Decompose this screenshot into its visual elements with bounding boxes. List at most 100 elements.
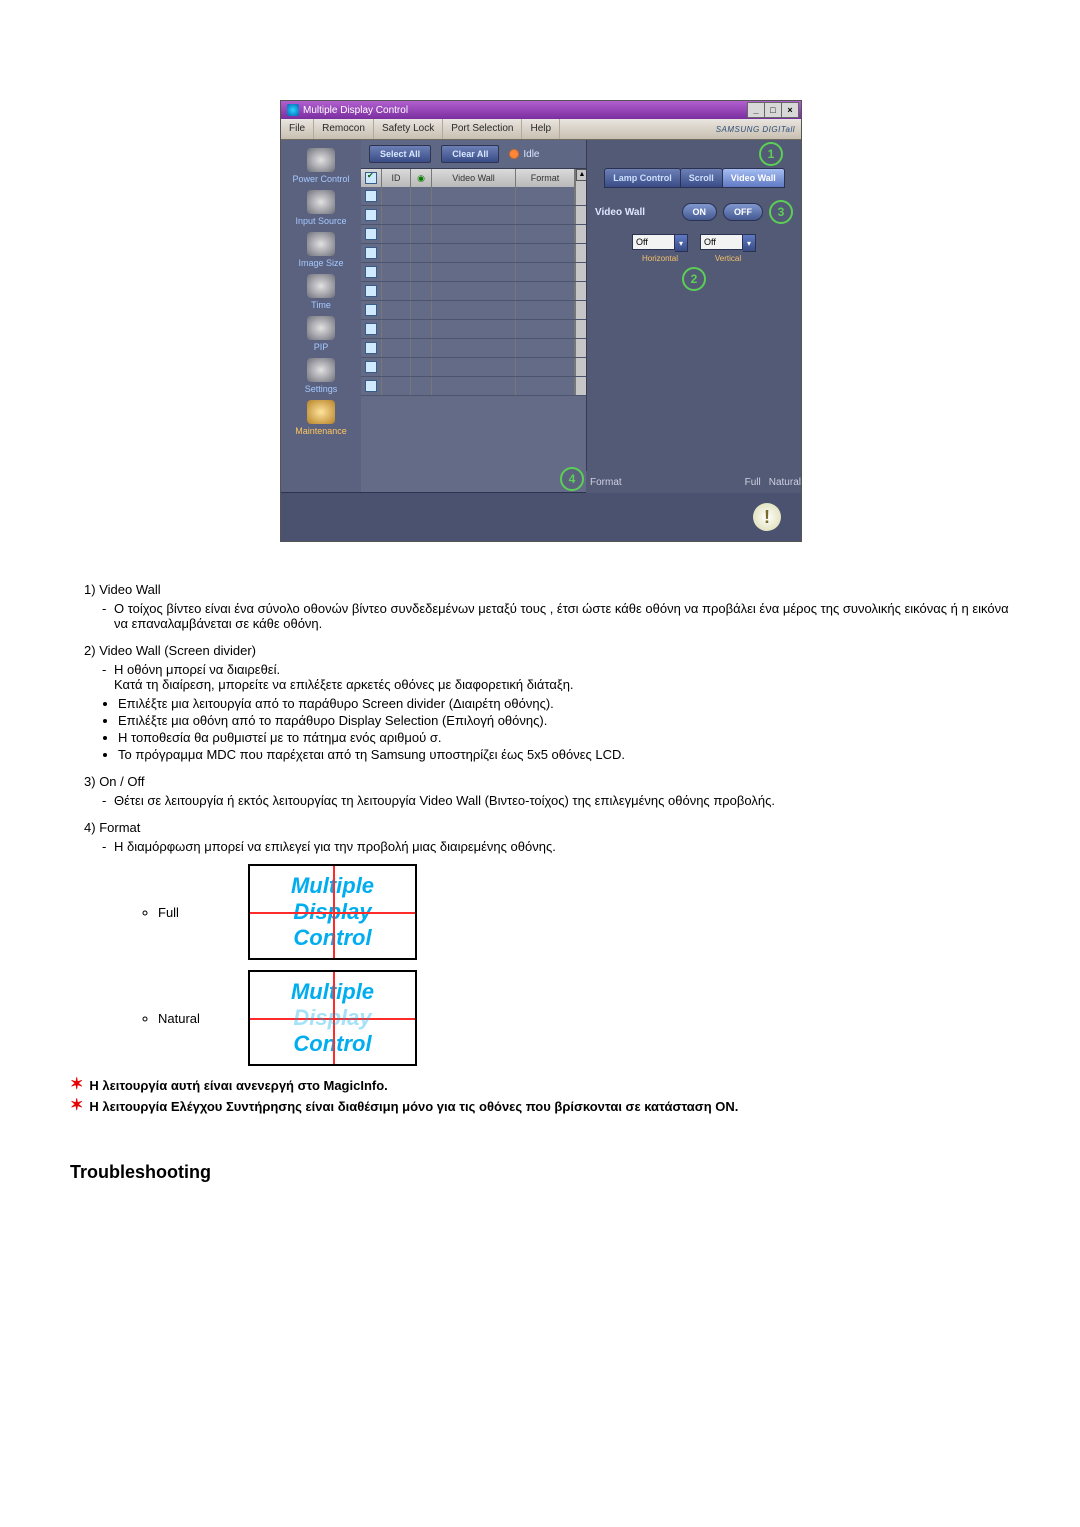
star-icon: ✶	[70, 1078, 83, 1093]
mdc-window: Multiple Display Control _ □ × File Remo…	[280, 100, 802, 542]
table-row[interactable]	[361, 282, 586, 301]
item-title: Video Wall (Screen divider)	[99, 643, 256, 658]
format-full-button[interactable]: Full	[745, 477, 761, 488]
row-checkbox[interactable]	[365, 209, 377, 221]
idle-label: Idle	[523, 149, 539, 160]
scroll-up-icon[interactable]: ▲	[576, 169, 586, 181]
close-icon[interactable]: ×	[781, 102, 799, 118]
table-row[interactable]	[361, 244, 586, 263]
list-item: 3) On / Off -Θέτει σε λειτουργία ή εκτός…	[84, 774, 1010, 808]
sidebar-item-power[interactable]: Power Control	[281, 146, 361, 188]
menu-help[interactable]: Help	[522, 119, 560, 139]
row-checkbox[interactable]	[365, 380, 377, 392]
item-desc: Θέτει σε λειτουργία ή εκτός λειτουργίας …	[114, 793, 1010, 808]
table-row[interactable]	[361, 301, 586, 320]
list-item: 2) Video Wall (Screen divider) -Η οθόνη …	[84, 643, 1010, 762]
bullet: Το πρόγραμμα MDC που παρέχεται από τη Sa…	[118, 747, 1010, 762]
sidebar-label: Input Source	[295, 216, 346, 226]
th-videowall[interactable]: Video Wall	[432, 169, 516, 187]
item-number: 3)	[84, 774, 96, 789]
item-number: 2)	[84, 643, 96, 658]
table-row[interactable]	[361, 225, 586, 244]
section-title: Troubleshooting	[70, 1162, 1010, 1183]
note-text: Η λειτουργία Ελέγχου Συντήρησης είναι δι…	[89, 1099, 738, 1114]
item-desc: Ο τοίχος βίντεο είναι ένα σύνολο οθονών …	[114, 601, 1010, 631]
tab-lamp-control[interactable]: Lamp Control	[604, 168, 681, 188]
row-checkbox[interactable]	[365, 266, 377, 278]
row-checkbox[interactable]	[365, 228, 377, 240]
maximize-icon[interactable]: □	[764, 102, 782, 118]
off-button[interactable]: OFF	[723, 203, 763, 221]
sidebar-item-settings[interactable]: Settings	[281, 356, 361, 398]
th-status-icon[interactable]: ◉	[411, 169, 432, 187]
alert-icon: !	[753, 503, 781, 531]
horizontal-value: Off	[632, 234, 675, 250]
row-checkbox[interactable]	[365, 323, 377, 335]
tab-scroll[interactable]: Scroll	[680, 168, 723, 188]
divider-dropdowns: Off ▾ Horizontal Off ▾ Vertical	[595, 234, 793, 263]
horizontal-label: Horizontal	[642, 254, 678, 263]
list-item: 4) Format -Η διαμόρφωση μπορεί να επιλεγ…	[84, 820, 1010, 1066]
th-format[interactable]: Format	[516, 169, 575, 187]
sidebar-item-maintenance[interactable]: Maintenance	[281, 398, 361, 440]
table-row[interactable]	[361, 377, 586, 396]
header-checkbox[interactable]	[365, 172, 377, 184]
item-number: 4)	[84, 820, 96, 835]
vertical-select[interactable]: Off ▾	[700, 234, 756, 252]
input-source-icon	[307, 190, 335, 214]
table-row[interactable]	[361, 206, 586, 225]
table-row[interactable]	[361, 263, 586, 282]
chevron-down-icon[interactable]: ▾	[675, 234, 688, 252]
row-checkbox[interactable]	[365, 285, 377, 297]
right-panel: 1 Lamp Control Scroll Video Wall Video W…	[586, 140, 801, 492]
on-button[interactable]: ON	[682, 203, 718, 221]
note-text: Η λειτουργία αυτή είναι ανενεργή στο Mag…	[89, 1078, 387, 1093]
image-size-icon	[307, 232, 335, 256]
table-row[interactable]	[361, 187, 586, 206]
chevron-down-icon[interactable]: ▾	[743, 234, 756, 252]
minimize-icon[interactable]: _	[747, 102, 765, 118]
sidebar-item-pip[interactable]: PIP	[281, 314, 361, 356]
item-desc: Η οθόνη μπορεί να διαιρεθεί.	[114, 662, 1010, 677]
callout-badge-2: 2	[682, 267, 706, 291]
format-natural-example: Natural Multiple Display Control	[118, 970, 1010, 1066]
row-checkbox[interactable]	[365, 361, 377, 373]
table-row[interactable]	[361, 358, 586, 377]
right-tabs: Lamp Control Scroll Video Wall	[595, 168, 793, 188]
th-id[interactable]: ID	[382, 169, 411, 187]
idle-dot-icon	[509, 149, 519, 159]
horizontal-select[interactable]: Off ▾	[632, 234, 688, 252]
callout-badge-1: 1	[759, 142, 783, 166]
row-checkbox[interactable]	[365, 304, 377, 316]
item-desc: Η διαμόρφωση μπορεί να επιλεγεί για την …	[114, 839, 1010, 854]
clear-all-button[interactable]: Clear All	[441, 145, 499, 163]
bullet: Η τοποθεσία θα ρυθμιστεί με το πάτημα εν…	[118, 730, 1010, 745]
sidebar-item-imagesize[interactable]: Image Size	[281, 230, 361, 272]
menu-file[interactable]: File	[281, 119, 314, 139]
row-checkbox[interactable]	[365, 342, 377, 354]
sidebar-item-input[interactable]: Input Source	[281, 188, 361, 230]
select-all-button[interactable]: Select All	[369, 145, 431, 163]
item-number: 1)	[84, 582, 96, 597]
sidebar-label: Time	[311, 300, 331, 310]
format-natural-button[interactable]: Natural	[769, 477, 801, 488]
menu-safetylock[interactable]: Safety Lock	[374, 119, 443, 139]
row-checkbox[interactable]	[365, 190, 377, 202]
center-panel: Select All Clear All Idle ID ◉ Video Wal…	[361, 140, 586, 492]
list-item: 1) Video Wall -Ο τοίχος βίντεο είναι ένα…	[84, 582, 1010, 631]
tab-video-wall[interactable]: Video Wall	[722, 168, 785, 188]
note-1: ✶ Η λειτουργία αυτή είναι ανενεργή στο Ma…	[70, 1078, 1010, 1093]
app-icon	[287, 104, 299, 116]
menu-portselection[interactable]: Port Selection	[443, 119, 522, 139]
table-row[interactable]	[361, 320, 586, 339]
sidebar-item-time[interactable]: Time	[281, 272, 361, 314]
format-bar: 4 Format Full Natural	[586, 471, 801, 493]
explanation-list: 1) Video Wall -Ο τοίχος βίντεο είναι ένα…	[84, 582, 1010, 1066]
menu-remocon[interactable]: Remocon	[314, 119, 374, 139]
row-checkbox[interactable]	[365, 247, 377, 259]
callout-badge-4: 4	[560, 467, 584, 491]
format-full-example: Full Multiple Display Control	[118, 864, 1010, 960]
table-row[interactable]	[361, 339, 586, 358]
item-desc2: Κατά τη διαίρεση, μπορείτε να επιλέξετε …	[114, 677, 1010, 692]
statusbar: !	[281, 492, 801, 541]
